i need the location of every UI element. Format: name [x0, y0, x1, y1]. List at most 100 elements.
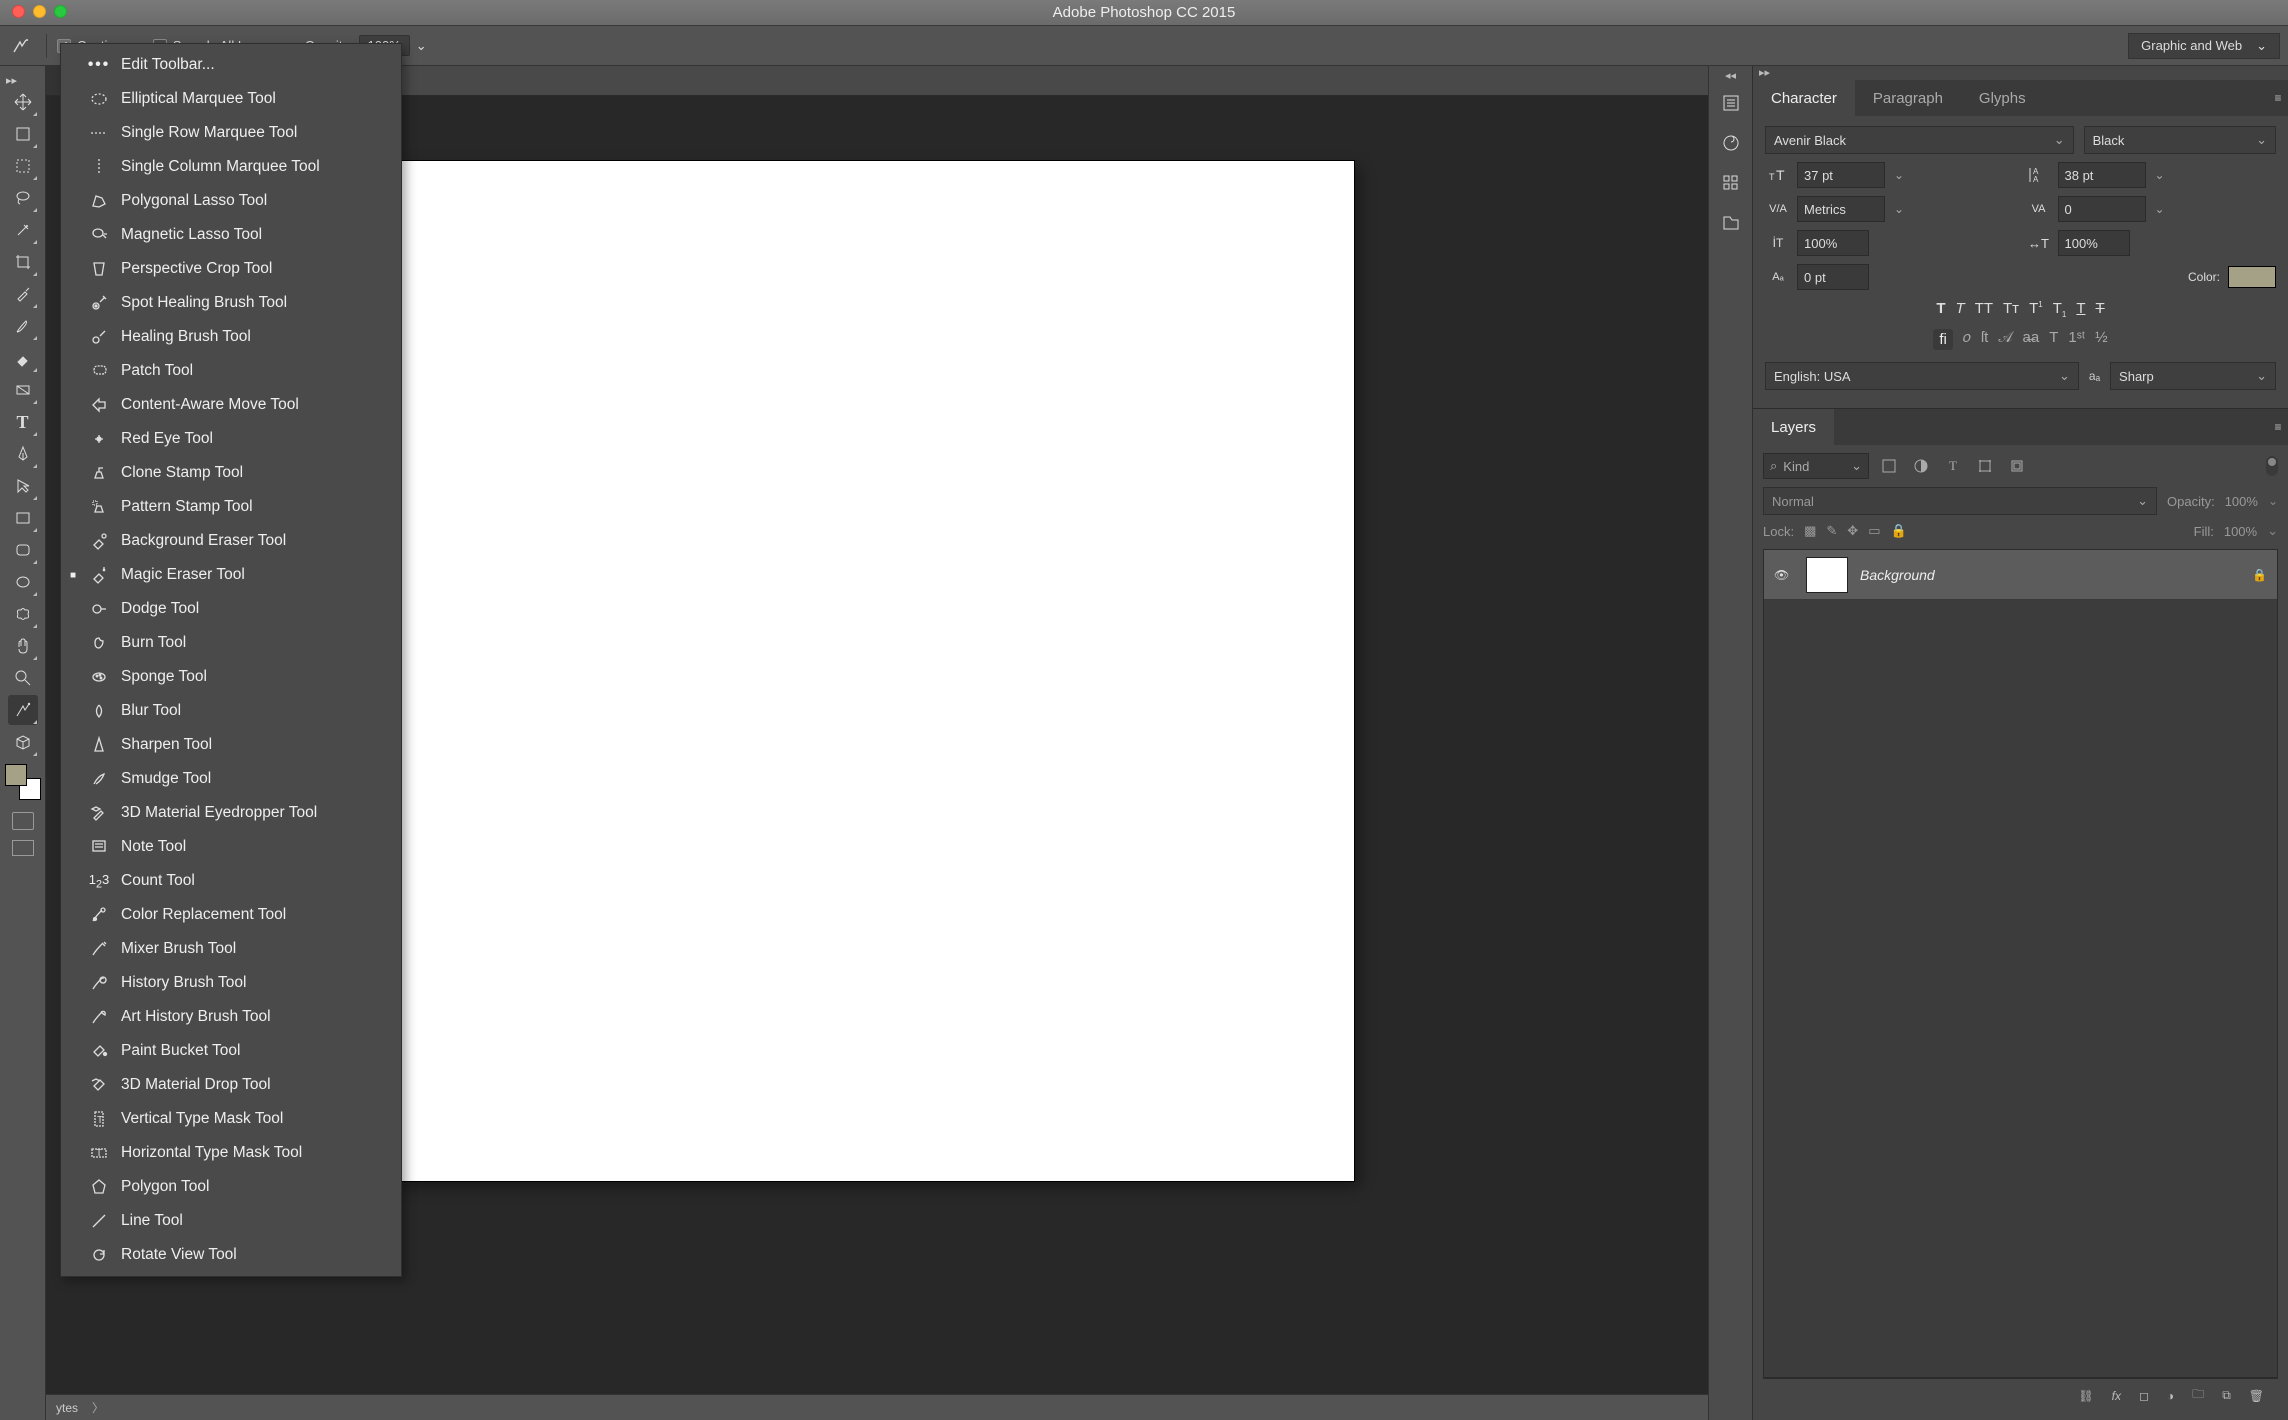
strikethrough-button[interactable]: T — [2095, 300, 2104, 319]
flyout-item[interactable]: 3D Material Drop Tool — [61, 1068, 401, 1102]
vertical-scale-input[interactable]: 100% — [1797, 230, 1869, 256]
lasso-tool[interactable] — [8, 183, 38, 213]
color-panel-icon[interactable] — [1717, 129, 1745, 157]
foreground-color-swatch[interactable] — [5, 764, 27, 786]
flyout-item[interactable]: Paint Bucket Tool — [61, 1034, 401, 1068]
lock-transparency-icon[interactable]: ▩ — [1804, 523, 1816, 539]
chevron-down-icon[interactable] — [2152, 168, 2168, 182]
flyout-item[interactable]: Rotate View Tool — [61, 1238, 401, 1272]
filter-toggle[interactable] — [2266, 456, 2278, 476]
flyout-item[interactable]: Dodge Tool — [61, 592, 401, 626]
ligatures-button[interactable]: fi — [1933, 329, 1953, 350]
flyout-item[interactable]: Blur Tool — [61, 694, 401, 728]
flyout-item[interactable]: Perspective Crop Tool — [61, 252, 401, 286]
stylistic-alt-button[interactable]: a̶a — [2023, 329, 2040, 350]
filter-type-icon[interactable]: T — [1941, 454, 1965, 478]
delete-layer-icon[interactable]: 🗑 — [2249, 1389, 2264, 1403]
adjustment-layer-icon[interactable]: ◑ — [2167, 1389, 2174, 1403]
flyout-item[interactable]: Burn Tool — [61, 626, 401, 660]
flyout-item[interactable]: Pattern Stamp Tool — [61, 490, 401, 524]
pen-tool[interactable] — [8, 439, 38, 469]
hand-tool[interactable] — [8, 631, 38, 661]
maximize-window-button[interactable] — [54, 5, 67, 18]
fill-value[interactable]: 100% — [2224, 524, 2257, 539]
chevron-down-icon[interactable] — [2152, 202, 2168, 216]
libraries-panel-icon[interactable] — [1717, 209, 1745, 237]
panel-menu-icon[interactable]: ≡ — [2268, 409, 2288, 445]
visibility-icon[interactable]: 👁 — [1774, 568, 1794, 582]
titling-alt-button[interactable]: T — [2049, 329, 2058, 350]
blend-mode-select[interactable]: Normal — [1763, 487, 2157, 515]
flyout-item[interactable]: Magnetic Lasso Tool — [61, 218, 401, 252]
swatches-panel-icon[interactable] — [1717, 169, 1745, 197]
horizontal-scale-input[interactable]: 100% — [2058, 230, 2130, 256]
flyout-item[interactable]: Line Tool — [61, 1204, 401, 1238]
close-window-button[interactable] — [12, 5, 25, 18]
new-layer-icon[interactable]: ⧉ — [2222, 1388, 2231, 1403]
chevron-down-icon[interactable] — [1891, 202, 1907, 216]
allcaps-button[interactable]: TT — [1975, 300, 1993, 319]
flyout-item[interactable]: Single Row Marquee Tool — [61, 116, 401, 150]
path-selection-tool[interactable] — [8, 471, 38, 501]
font-style-select[interactable]: Black — [2084, 126, 2276, 154]
leading-input[interactable]: 38 pt — [2058, 162, 2146, 188]
lock-position-icon[interactable]: ✥ — [1847, 523, 1858, 539]
chevron-down-icon[interactable] — [416, 38, 427, 54]
antialias-select[interactable]: Sharp — [2110, 362, 2276, 390]
current-tool-icon[interactable] — [8, 32, 36, 60]
filter-smartobject-icon[interactable] — [2005, 454, 2029, 478]
font-size-input[interactable]: 37 pt — [1797, 162, 1885, 188]
link-layers-icon[interactable]: ⛓ — [2078, 1389, 2093, 1403]
underline-button[interactable]: T — [2076, 300, 2085, 319]
screen-mode-button[interactable] — [12, 840, 34, 856]
subscript-button[interactable]: T1 — [2053, 300, 2067, 319]
flyout-item[interactable]: Elliptical Marquee Tool — [61, 82, 401, 116]
rectangle-tool[interactable] — [8, 503, 38, 533]
italic-button[interactable]: T — [1956, 300, 1965, 319]
eyedropper-tool[interactable] — [8, 279, 38, 309]
magic-wand-tool[interactable] — [8, 215, 38, 245]
ordinals-button[interactable]: 1ˢᵗ — [2068, 329, 2085, 350]
expand-palette-icon[interactable]: ▸▸ — [6, 74, 17, 86]
flyout-item[interactable]: Background Eraser Tool — [61, 524, 401, 558]
layer-mask-icon[interactable]: ◻ — [2139, 1389, 2149, 1403]
flyout-item[interactable]: 3D Material Eyedropper Tool — [61, 796, 401, 830]
move-tool[interactable] — [8, 87, 38, 117]
flyout-item[interactable]: Spot Healing Brush Tool — [61, 286, 401, 320]
layer-opacity-value[interactable]: 100% — [2225, 494, 2258, 509]
ellipse-tool[interactable] — [8, 567, 38, 597]
type-tool[interactable]: T — [8, 407, 38, 437]
flyout-item[interactable]: Smudge Tool — [61, 762, 401, 796]
rounded-rectangle-tool[interactable] — [8, 535, 38, 565]
marquee-tool[interactable] — [8, 151, 38, 181]
flyout-item[interactable]: Note Tool — [61, 830, 401, 864]
fractions-button[interactable]: ½ — [2095, 329, 2108, 350]
eraser-tool[interactable] — [8, 343, 38, 373]
layer-name[interactable]: Background — [1860, 567, 1935, 583]
chevron-down-icon[interactable] — [2268, 494, 2278, 508]
panel-menu-icon[interactable]: ≡ — [2268, 80, 2288, 116]
flyout-item[interactable]: ■Magic Eraser Tool — [61, 558, 401, 592]
flyout-item[interactable]: Mixer Brush Tool — [61, 932, 401, 966]
tab-glyphs[interactable]: Glyphs — [1961, 80, 2044, 116]
color-swatches[interactable] — [5, 764, 41, 800]
workspace-switcher[interactable]: Graphic and Web — [2128, 33, 2280, 59]
lock-image-icon[interactable]: ✎ — [1826, 523, 1837, 539]
flyout-item[interactable]: Polygon Tool — [61, 1170, 401, 1204]
artboard-tool[interactable] — [8, 119, 38, 149]
status-menu-arrow[interactable]: 〉 — [92, 1399, 104, 1416]
edit-toolbar-button[interactable] — [8, 695, 38, 725]
flyout-item[interactable]: Healing Brush Tool — [61, 320, 401, 354]
tab-paragraph[interactable]: Paragraph — [1855, 80, 1961, 116]
brush-tool[interactable] — [8, 311, 38, 341]
layer-filter-kind[interactable]: ⌕ Kind — [1763, 453, 1869, 479]
contextual-alt-button[interactable]: 𝑜 — [1963, 329, 1971, 350]
gradient-tool[interactable] — [8, 375, 38, 405]
chevron-down-icon[interactable] — [1891, 168, 1907, 182]
flyout-item[interactable]: Red Eye Tool — [61, 422, 401, 456]
minimize-window-button[interactable] — [33, 5, 46, 18]
superscript-button[interactable]: T1 — [2029, 300, 2043, 319]
expand-panels-icon[interactable]: ◂◂ — [1725, 69, 1736, 83]
flyout-item[interactable]: Polygonal Lasso Tool — [61, 184, 401, 218]
flyout-item[interactable]: Art History Brush Tool — [61, 1000, 401, 1034]
